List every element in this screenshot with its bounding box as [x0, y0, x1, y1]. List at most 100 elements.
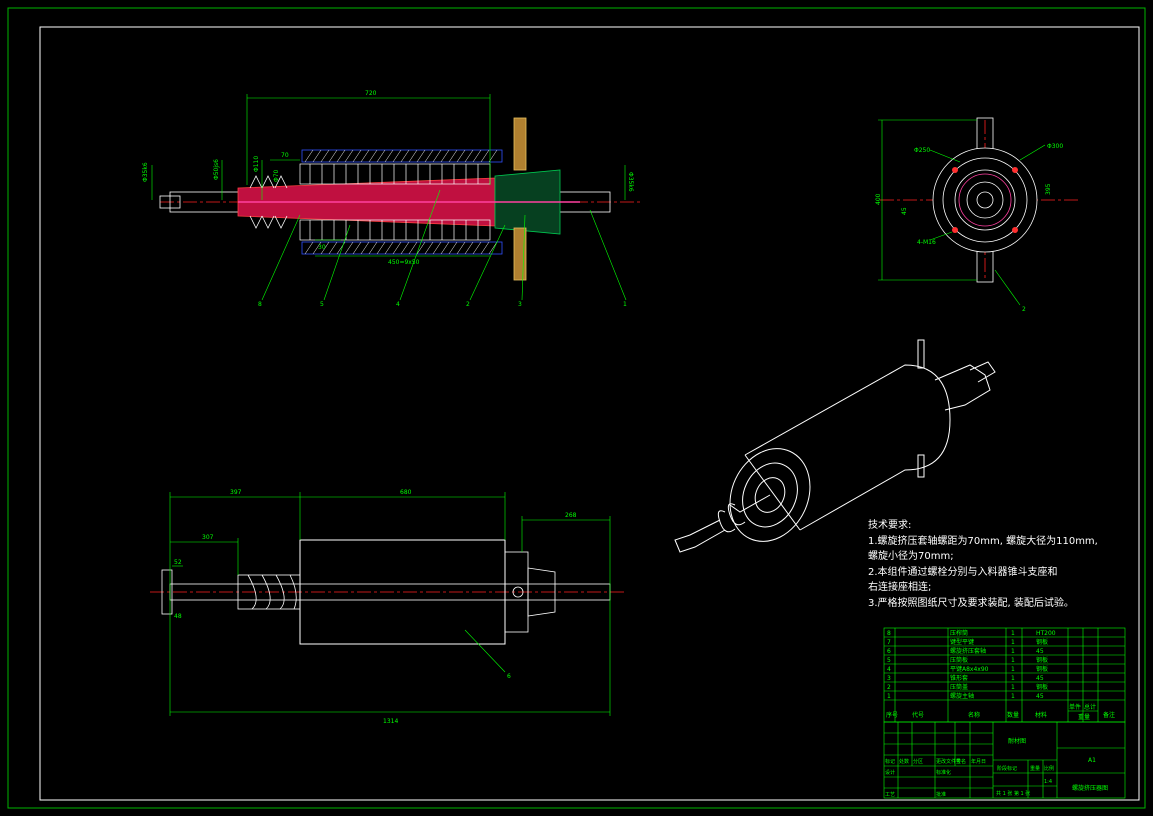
bom-no: 6 — [887, 648, 891, 655]
dim-48: 48 — [174, 613, 182, 620]
flange-upper — [513, 117, 527, 171]
bom-name: 螺旋挤压套轴 — [950, 647, 986, 655]
dim-307: 307 — [202, 534, 214, 541]
balloon-1: 1 — [623, 301, 627, 308]
balloon-8: 8 — [258, 301, 262, 308]
dim-phi110: Φ110 — [253, 156, 260, 172]
bom-name: 压榨筒 — [950, 629, 968, 637]
dim-left-dia2: Φ50js6 — [213, 159, 220, 180]
bom-material: 45 — [1036, 648, 1044, 655]
tb-approve: 批准 — [936, 791, 946, 798]
bom-name: 锥形套 — [950, 674, 968, 682]
outer-frame — [7, 7, 1146, 809]
dim-right-dia: Φ35k6 — [627, 172, 634, 192]
tb-part-label: 耐材图 — [1008, 737, 1026, 745]
bom-no: 2 — [887, 684, 891, 691]
inner-frame — [39, 26, 1140, 801]
bom-header-weight: 重量 — [1078, 713, 1090, 721]
bom-rows: 8 压榨筒 1 HT200 7 键型平键 1 钢板 6 螺旋挤压套轴 1 45 … — [887, 629, 1056, 700]
balloon-5: 5 — [320, 301, 324, 308]
iso-screw — [729, 494, 771, 513]
bom-qty: 1 — [1011, 693, 1015, 700]
bom-header-code: 代号 — [912, 711, 924, 719]
bom-name: 键型平键 — [950, 638, 974, 646]
bom-header: 序号 代号 名称 数量 材料 单件 总计 重量 备注 — [886, 703, 1115, 721]
dim-268: 268 — [565, 512, 577, 519]
bom-no: 4 — [887, 666, 891, 673]
dim-70: 70 — [281, 152, 289, 159]
iso-cone — [934, 364, 991, 411]
iso-cylinder-body — [744, 364, 951, 531]
dim-397: 397 — [230, 489, 242, 496]
tb-scale-label: 比例 — [1044, 765, 1054, 772]
bom-header-qty: 数量 — [1007, 711, 1019, 719]
bom-no: 5 — [887, 657, 891, 664]
technical-requirements: 技术要求: 1.螺旋挤压套轴螺距为70mm, 螺旋大径为110mm, 螺旋小径为… — [868, 518, 1098, 611]
tech-line: 螺旋小径为70mm; — [868, 551, 954, 562]
outer-circle — [932, 147, 1038, 253]
dim-30: 30 — [318, 244, 326, 251]
dim-52: 52 — [174, 559, 182, 566]
iso-shaft-right — [969, 361, 996, 383]
front-dim-lines — [169, 492, 611, 716]
tb-designer: 设计 — [885, 769, 895, 776]
bom-no: 3 — [887, 675, 891, 682]
dim-side-height: 400 — [875, 193, 882, 205]
title-block-text: 标记 处数 分区 更改文件号 签名 年月日 设计 标准化 工艺 批准 阶段标记 … — [885, 737, 1108, 798]
bom-material: 钢板 — [1036, 638, 1048, 646]
tb-drawing-name: 螺旋挤压器图 — [1072, 784, 1108, 792]
bom-qty: 1 — [1011, 675, 1015, 682]
tb-sheet: 共 1 张 第 1 张 — [996, 790, 1030, 797]
iso-bottom-pin — [917, 454, 925, 478]
dim-left-dia: Φ35k6 — [142, 162, 149, 182]
dim-phi250: Φ250 — [914, 147, 930, 154]
dim-1314: 1314 — [383, 718, 398, 725]
bom-material: 45 — [1036, 693, 1044, 700]
bom-name: 平键A8x4x90 — [950, 665, 989, 673]
bom-material: 45 — [1036, 675, 1044, 682]
bom-qty: 1 — [1011, 657, 1015, 664]
bom-header-total: 总计 — [1084, 703, 1096, 711]
balloon-2: 2 — [466, 301, 470, 308]
bom-qty: 1 — [1011, 666, 1015, 673]
tb-scale-value: 1:4 — [1044, 779, 1052, 785]
front-view — [150, 492, 625, 716]
bom-name: 压筒板 — [950, 656, 968, 664]
tech-line: 2.本组件通过螺栓分别与入料器锥斗支座和 — [868, 566, 1058, 578]
bom-no: 1 — [887, 693, 891, 700]
dim-holes: 4-M16 — [917, 239, 936, 246]
bom-header-name: 名称 — [968, 711, 980, 719]
tb-mark: 标记 — [885, 758, 895, 765]
tech-line: 1.螺旋挤压套轴螺距为70mm, 螺旋大径为110mm, — [868, 535, 1098, 547]
tb-count: 处数 — [899, 758, 909, 765]
bom-no: 8 — [887, 630, 891, 637]
bom-no: 7 — [887, 639, 891, 646]
tb-zone: 分区 — [913, 758, 923, 765]
bom-header-material: 材料 — [1035, 711, 1047, 719]
bom-qty: 1 — [1011, 684, 1015, 691]
bom-header-single: 单件 — [1069, 703, 1081, 711]
tech-title: 技术要求: — [868, 520, 912, 531]
bom-material: 钢板 — [1036, 656, 1048, 664]
tech-line: 3.严格按照图纸尺寸及要求装配, 装配后试验。 — [868, 597, 1074, 609]
dim-side-395: 395 — [1045, 183, 1052, 195]
tb-stage: 阶段标记 — [997, 765, 1017, 772]
tb-sheet-size: A1 — [1088, 757, 1096, 764]
section-view — [151, 94, 640, 301]
balloon-side-2: 2 — [1022, 306, 1026, 313]
iso-shaft-left — [674, 519, 726, 553]
balloon-4: 4 — [396, 301, 400, 308]
dim-pitch: 450=9x50 — [388, 259, 420, 266]
balloon-3: 3 — [518, 301, 522, 308]
iso-top-pin — [917, 339, 925, 369]
dim-phi70: Φ70 — [273, 169, 280, 182]
bom-material: 钢板 — [1036, 683, 1048, 691]
dim-overall-top: 720 — [365, 90, 377, 97]
tb-sign: 签名 — [956, 758, 966, 765]
bom-header-remarks: 备注 — [1103, 711, 1115, 719]
bom-header-no: 序号 — [886, 711, 898, 719]
bom-material: 钢板 — [1036, 665, 1048, 673]
tb-date: 年月日 — [971, 758, 986, 765]
tb-standard: 标准化 — [936, 769, 951, 776]
front-dim-text: 397 680 268 307 52 48 1314 6 — [174, 489, 577, 725]
